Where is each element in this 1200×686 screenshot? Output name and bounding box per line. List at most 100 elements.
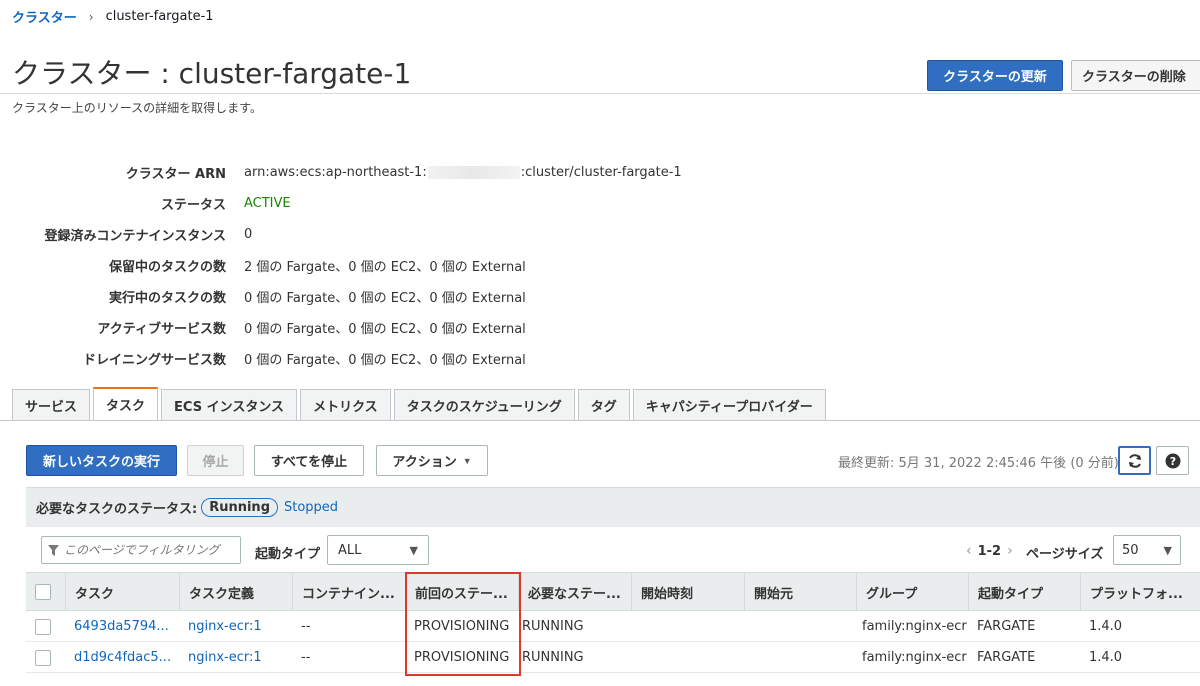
row-checkbox[interactable] [35, 618, 51, 635]
column-header-group[interactable]: グループ [856, 573, 968, 611]
row-checkbox-cell [26, 611, 65, 642]
task-id-link[interactable]: d1d9c4fdac5... [74, 650, 171, 665]
help-icon: ? [1165, 453, 1180, 468]
detail-label: ステータス [160, 197, 226, 213]
detail-label: アクティブサービス数 [97, 321, 226, 337]
column-header-container-instance[interactable]: コンテナイン... [292, 573, 405, 611]
page-size-value: 50 [1122, 542, 1139, 558]
tab-capacity-providers[interactable]: キャパシティープロバイダー [632, 389, 826, 420]
filter-row: 起動タイプ ALL ▼ ‹ 1-2 › ページサイズ 50 ▼ [26, 527, 1200, 572]
next-page-icon[interactable]: › [1007, 543, 1013, 559]
caret-down-icon: ▼ [1163, 543, 1172, 557]
task-definition-cell: nginx-ecr:1 [179, 642, 292, 673]
page-subtitle: クラスター上のリソースの詳細を取得します。 [12, 101, 262, 115]
help-button[interactable]: ? [1156, 446, 1189, 475]
breadcrumb-clusters-link[interactable]: クラスター [12, 7, 77, 26]
task-definition-link[interactable]: nginx-ecr:1 [188, 619, 262, 634]
filter-input[interactable] [64, 543, 234, 557]
status-value: ACTIVE [244, 195, 291, 211]
detail-row-pending: 保留中のタスクの数 2 個の Fargate、0 個の EC2、0 個の Ext… [0, 255, 720, 275]
task-id-cell: d1d9c4fdac5... [65, 642, 179, 673]
column-header-launch-type[interactable]: 起動タイプ [968, 573, 1080, 611]
started-by-cell [744, 642, 856, 673]
column-header-platform-version[interactable]: プラットフォ... [1080, 573, 1200, 611]
prev-page-icon[interactable]: ‹ [966, 543, 972, 559]
detail-label: 保留中のタスクの数 [108, 259, 226, 275]
launch-type-cell: FARGATE [977, 650, 1036, 665]
launch-type-select[interactable]: ALL ▼ [327, 535, 429, 565]
delete-cluster-button[interactable]: クラスターの削除 [1071, 60, 1200, 91]
page-size-select[interactable]: 50 ▼ [1113, 535, 1181, 565]
group-cell: family:nginx-ecr [862, 650, 967, 665]
row-checkbox[interactable] [35, 649, 51, 666]
tab-tasks[interactable]: タスク [93, 387, 159, 420]
page-size-label: ページサイズ [1026, 547, 1104, 562]
arn-redaction-mask [427, 165, 520, 179]
active-services-value: 0 個の Fargate、0 個の EC2、0 個の External [244, 321, 526, 337]
started-at-cell [631, 611, 744, 642]
detail-label: クラスター ARN [125, 166, 226, 182]
select-all-checkbox[interactable] [35, 584, 51, 600]
pending-value: 2 個の Fargate、0 個の EC2、0 個の External [244, 259, 526, 275]
update-cluster-button[interactable]: クラスターの更新 [927, 60, 1063, 91]
status-running-toggle[interactable]: Running [201, 498, 278, 517]
column-header-task[interactable]: タスク [65, 573, 179, 611]
container-instance-cell: -- [301, 619, 311, 634]
last-status-cell: PROVISIONING [414, 619, 510, 634]
last-status-cell: PROVISIONING [414, 650, 510, 665]
arn-value: arn:aws:ecs:ap-northeast-1: :cluster/clu… [244, 165, 682, 180]
stop-all-button[interactable]: すべてを停止 [254, 445, 364, 476]
task-id-cell: 6493da5794... [65, 611, 179, 642]
table-row: 6493da5794... nginx-ecr:1 -- PROVISIONIN… [26, 611, 1200, 642]
task-definition-link[interactable]: nginx-ecr:1 [188, 650, 262, 665]
desired-status-filter: 必要なタスクのステータス: Running Stopped [26, 487, 1200, 527]
row-checkbox-cell [26, 642, 65, 673]
detail-row-running: 実行中のタスクの数 0 個の Fargate、0 個の EC2、0 個の Ext… [0, 286, 720, 306]
run-new-task-button[interactable]: 新しいタスクの実行 [26, 445, 177, 476]
filter-icon [48, 544, 59, 556]
last-updated-text: 最終更新: 5月 31, 2022 2:45:46 午後 (0 分前) [838, 456, 1119, 471]
pagination: ‹ 1-2 › [966, 543, 1013, 559]
tab-scheduled-tasks[interactable]: タスクのスケジューリング [393, 389, 575, 420]
desired-status-cell: RUNNING [522, 619, 584, 634]
launch-type-cell: FARGATE [977, 619, 1036, 634]
actions-dropdown[interactable]: アクション ▼ [376, 445, 488, 476]
column-header-started-at[interactable]: 開始時刻 [631, 573, 744, 611]
detail-label: 登録済みコンテナインスタンス [44, 228, 226, 244]
task-definition-cell: nginx-ecr:1 [179, 611, 292, 642]
breadcrumb-current: cluster-fargate-1 [105, 9, 214, 24]
refresh-icon [1128, 453, 1141, 468]
task-id-link[interactable]: 6493da5794... [74, 619, 169, 634]
tab-ecs-instances[interactable]: ECS インスタンス [161, 389, 298, 420]
header-checkbox-cell [26, 573, 65, 611]
detail-row-registered: 登録済みコンテナインスタンス 0 [0, 224, 720, 244]
tab-services[interactable]: サービス [12, 389, 91, 420]
column-header-last-status[interactable]: 前回のステー... [405, 573, 518, 611]
arn-suffix: :cluster/cluster-fargate-1 [520, 164, 682, 180]
platform-version-cell: 1.4.0 [1089, 650, 1123, 665]
status-stopped-toggle[interactable]: Stopped [284, 500, 338, 515]
refresh-button[interactable] [1118, 446, 1151, 475]
column-header-desired-status[interactable]: 必要なステー... [518, 573, 631, 611]
platform-version-cell: 1.4.0 [1089, 619, 1123, 634]
started-at-cell [631, 642, 744, 673]
column-header-task-definition[interactable]: タスク定義 [179, 573, 292, 611]
group-cell: family:nginx-ecr [862, 619, 967, 634]
container-instance-cell: -- [301, 650, 311, 665]
desired-status-cell: RUNNING [522, 650, 584, 665]
tab-metrics[interactable]: メトリクス [300, 389, 391, 420]
tab-bar: サービス タスク ECS インスタンス メトリクス タスクのスケジューリング タ… [12, 387, 829, 420]
detail-label: ドレイニングサービス数 [82, 352, 226, 368]
detail-row-arn: クラスター ARN arn:aws:ecs:ap-northeast-1: :c… [0, 162, 720, 182]
launch-type-label: 起動タイプ [255, 547, 321, 562]
table-row: d1d9c4fdac5... nginx-ecr:1 -- PROVISIONI… [26, 642, 1200, 673]
tab-tags[interactable]: タグ [577, 389, 630, 420]
stop-button[interactable]: 停止 [187, 445, 244, 476]
page-title: クラスター : cluster-fargate-1 [12, 57, 412, 90]
title-divider [0, 93, 1200, 94]
arn-prefix: arn:aws:ecs:ap-northeast-1: [244, 164, 427, 180]
caret-down-icon: ▼ [462, 455, 472, 466]
detail-row-active-services: アクティブサービス数 0 個の Fargate、0 個の EC2、0 個の Ex… [0, 317, 720, 337]
column-header-started-by[interactable]: 開始元 [744, 573, 856, 611]
chevron-right-icon: › [88, 9, 94, 24]
